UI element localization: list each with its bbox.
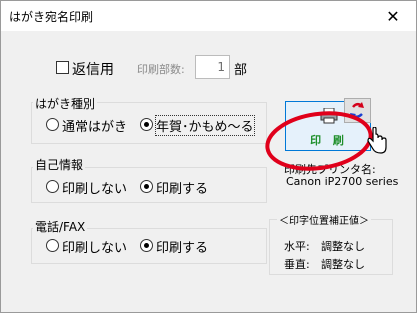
- print-button-label: 印 刷: [310, 134, 348, 147]
- print-copies-unit: 部: [234, 63, 248, 78]
- radio-phone-print[interactable]: [140, 239, 153, 252]
- print-copies-input[interactable]: 1: [195, 55, 230, 79]
- vertical-correction-label: 垂直:: [284, 258, 310, 271]
- radio-phone-no-print[interactable]: [46, 239, 59, 252]
- position-correction-title: ＜印字位置補正値＞: [277, 212, 371, 227]
- return-mail-label[interactable]: 返信用: [72, 59, 114, 79]
- vertical-correction-value: 調整なし: [321, 258, 365, 271]
- radio-self-print-label[interactable]: 印刷する: [156, 178, 208, 197]
- swap-arrows-icon: [350, 102, 364, 119]
- radio-normal-postcard-label[interactable]: 通常はがき: [62, 116, 127, 135]
- postcard-type-title: はがき種別: [33, 95, 98, 112]
- radio-normal-postcard[interactable]: [46, 118, 59, 131]
- radio-nenga-postcard-label[interactable]: 年賀･かもめ～る: [155, 115, 255, 136]
- printer-name: Canon iP2700 series: [286, 175, 399, 188]
- title-bar: はがき宛名印刷 ✕: [1, 1, 416, 31]
- close-icon: ✕: [386, 6, 400, 26]
- dialog-window: はがき宛名印刷 ✕ 返信用 印刷部数: 1 部 はがき種別 通常はがき 年賀･か…: [0, 0, 417, 313]
- printer-icon: [320, 108, 338, 124]
- return-mail-checkbox[interactable]: [56, 61, 69, 74]
- print-copies-label: 印刷部数:: [137, 63, 185, 76]
- radio-phone-no-print-label[interactable]: 印刷しない: [62, 237, 127, 256]
- hand-cursor-icon: [367, 127, 387, 154]
- radio-nenga-postcard[interactable]: [140, 118, 153, 131]
- phone-fax-title: 電話/FAX: [33, 218, 88, 235]
- horizontal-correction-value: 調整なし: [321, 240, 365, 253]
- radio-self-no-print-label[interactable]: 印刷しない: [62, 178, 127, 197]
- window-title: はがき宛名印刷: [9, 10, 94, 24]
- radio-self-no-print[interactable]: [46, 180, 59, 193]
- horizontal-correction-label: 水平:: [284, 240, 310, 253]
- swap-button[interactable]: [344, 98, 371, 123]
- close-button[interactable]: ✕: [370, 1, 416, 31]
- radio-self-print[interactable]: [140, 180, 153, 193]
- self-info-title: 自己情報: [33, 156, 86, 173]
- radio-phone-print-label[interactable]: 印刷する: [156, 237, 208, 256]
